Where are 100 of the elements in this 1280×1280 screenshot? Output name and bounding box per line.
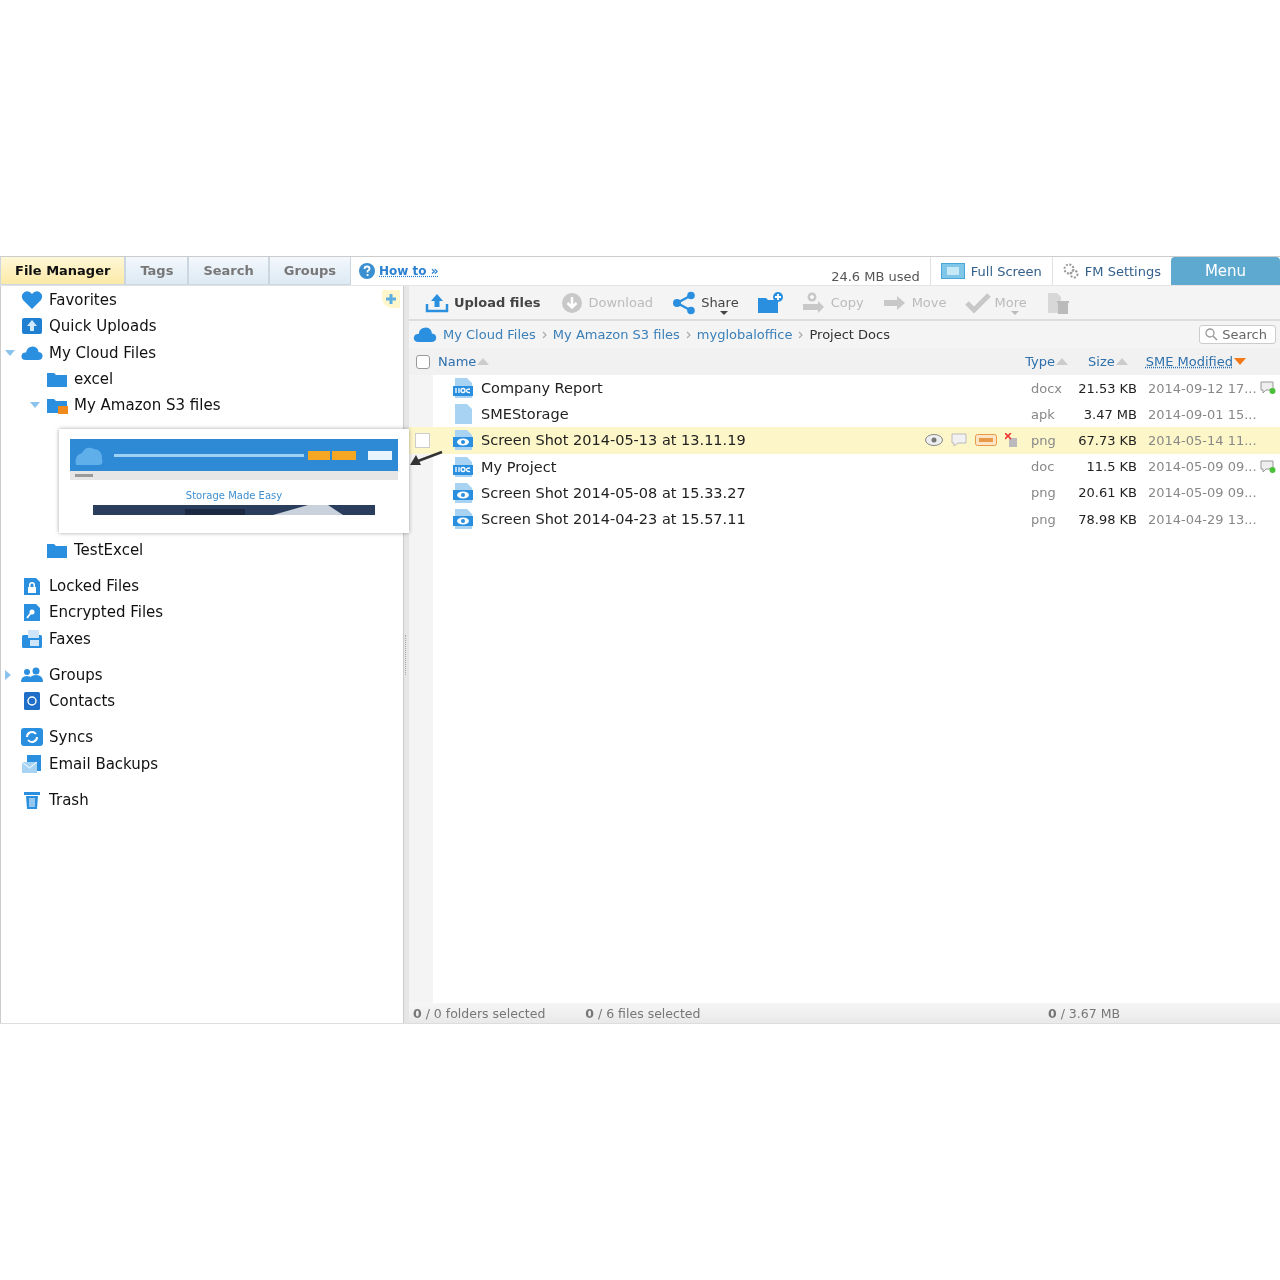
preview-caption: Storage Made Easy [185, 490, 283, 501]
breadcrumb-link[interactable]: My Amazon S3 files [552, 327, 680, 342]
fax-icon [21, 628, 43, 649]
chevron-icon [685, 330, 691, 339]
file-type: doc [1031, 459, 1056, 475]
tree-item[interactable]: TestExcel [74, 540, 144, 559]
file-type: png [1031, 432, 1057, 448]
file-size: 67.73 KB [1077, 432, 1137, 448]
delete-icon[interactable] [1005, 433, 1019, 448]
file-row[interactable]: My Project doc 11.5 KB 2014-05-09 09... [409, 453, 1280, 480]
modified-date: 2014-04-29 13... [1147, 511, 1258, 527]
url-icon[interactable] [975, 434, 997, 447]
tab[interactable]: Search [188, 257, 269, 285]
modified-date: 2014-05-14 11... [1147, 432, 1258, 448]
breadcrumb-link[interactable]: Project Docs [809, 327, 890, 342]
column-header[interactable]: Size [1088, 354, 1115, 369]
search-icon [1205, 328, 1219, 341]
sync-icon [21, 727, 43, 748]
file-name[interactable]: Screen Shot 2014-05-08 at 15.33.27 [481, 484, 746, 501]
tree-item[interactable]: Trash [49, 791, 89, 809]
file-name[interactable]: My Project [481, 458, 557, 475]
splitter-handle[interactable] [405, 634, 408, 675]
key-icon [21, 602, 43, 623]
tree-item[interactable]: excel [74, 370, 114, 389]
status-text: 0 / 0 folders selected [413, 1005, 546, 1021]
image-file-icon [453, 430, 473, 451]
comment-icon[interactable] [1260, 381, 1276, 396]
share-icon [671, 290, 698, 315]
how-to-link[interactable]: How to » [351, 257, 447, 285]
select-all-checkbox[interactable] [416, 354, 430, 369]
copy-icon [800, 290, 827, 315]
heart-icon [21, 290, 43, 311]
help-icon [359, 263, 376, 279]
file-size: 20.61 KB [1077, 485, 1137, 501]
upload-icon [21, 316, 43, 337]
tree-item[interactable]: Faxes [49, 629, 91, 648]
file-size: 21.53 KB [1077, 380, 1137, 396]
status-text: 0 / 3.67 MB [1047, 1005, 1120, 1021]
sort-arrow-icon[interactable] [1234, 358, 1246, 365]
comment-icon[interactable] [951, 433, 967, 448]
image-file-icon [453, 509, 473, 530]
tree-item[interactable]: Quick Uploads [49, 317, 157, 336]
tree-item[interactable]: Email Backups [49, 754, 159, 773]
cloud-icon [413, 326, 437, 343]
tree-item[interactable]: My Cloud Files [49, 343, 157, 362]
document-icon [453, 456, 473, 477]
tree-item[interactable]: Groups [49, 665, 103, 684]
comment-icon[interactable] [1260, 459, 1276, 474]
storage-usage: 24.6 MB used [830, 269, 921, 285]
row-checkbox[interactable] [415, 432, 430, 448]
tab[interactable]: Tags [125, 257, 189, 285]
chevron-icon [541, 330, 547, 339]
status-text: 0 / 6 files selected [585, 1005, 701, 1021]
tab[interactable]: File Manager [0, 257, 126, 285]
file-size: 3.47 MB [1082, 406, 1137, 422]
tree-item[interactable]: Contacts [49, 692, 116, 711]
file-icon [453, 404, 473, 425]
tree-item[interactable]: Locked Files [49, 576, 140, 595]
chevron-icon [798, 330, 804, 339]
sort-arrow-icon[interactable] [1115, 358, 1128, 365]
expand-arrow-icon[interactable] [30, 402, 40, 409]
column-header[interactable]: SME Modified [1145, 354, 1233, 369]
email-icon [21, 753, 43, 774]
file-row[interactable]: SMEStorage apk 3.47 MB 2014-09-01 15... [409, 401, 1280, 428]
sort-arrow-icon[interactable] [1056, 358, 1068, 365]
tree-item[interactable]: Syncs [49, 728, 93, 747]
document-icon [453, 378, 473, 399]
sort-arrow-icon[interactable] [477, 358, 490, 365]
modified-date: 2014-05-09 09... [1147, 459, 1258, 475]
toolbar-button[interactable]: Upload files [417, 290, 548, 315]
lock-icon [21, 575, 43, 596]
search-button[interactable]: Search [1199, 325, 1276, 344]
modified-date: 2014-05-09 09... [1147, 485, 1258, 501]
file-row[interactable]: Screen Shot 2014-05-13 at 13.11.19 png 67.73 KB 2014-05-14 11... [409, 427, 1280, 454]
file-name[interactable]: Company Report [481, 380, 603, 397]
tab[interactable]: Groups [268, 257, 352, 285]
eye-icon[interactable] [925, 434, 943, 447]
new-folder-icon [756, 290, 783, 315]
checkmark-icon [964, 290, 991, 315]
file-type: png [1031, 485, 1057, 501]
full-screen-icon [940, 263, 965, 279]
file-name[interactable]: Screen Shot 2014-04-23 at 15.57.11 [481, 511, 746, 528]
expand-arrow-icon[interactable] [5, 349, 15, 356]
column-header[interactable]: Type [1025, 354, 1055, 369]
file-name[interactable]: SMEStorage [481, 406, 569, 423]
breadcrumb-link[interactable]: myglobaloffice [696, 327, 793, 342]
column-header[interactable]: Name [438, 354, 477, 369]
file-row[interactable]: Screen Shot 2014-05-08 at 15.33.27 png 20.61 KB 2014-05-09 09... [409, 479, 1280, 506]
tree-item[interactable]: Encrypted Files [49, 603, 164, 622]
file-type: apk [1031, 406, 1056, 422]
file-row[interactable]: Company Report docx 21.53 KB 2014-09-12 17... [409, 375, 1280, 402]
file-name[interactable]: Screen Shot 2014-05-13 at 13.11.19 [481, 432, 746, 449]
toolbar-button[interactable]: Share [664, 290, 746, 315]
trash-icon [21, 790, 43, 810]
tree-item[interactable]: My Amazon S3 files [74, 396, 221, 415]
tree-item[interactable]: Favorites [49, 291, 117, 310]
breadcrumb-link[interactable]: My Cloud Files [443, 327, 536, 342]
file-row[interactable]: Screen Shot 2014-04-23 at 15.57.11 png 78.98 KB 2014-04-29 13... [409, 505, 1280, 533]
add-icon[interactable] [382, 290, 400, 308]
expand-arrow-icon[interactable] [5, 669, 11, 680]
